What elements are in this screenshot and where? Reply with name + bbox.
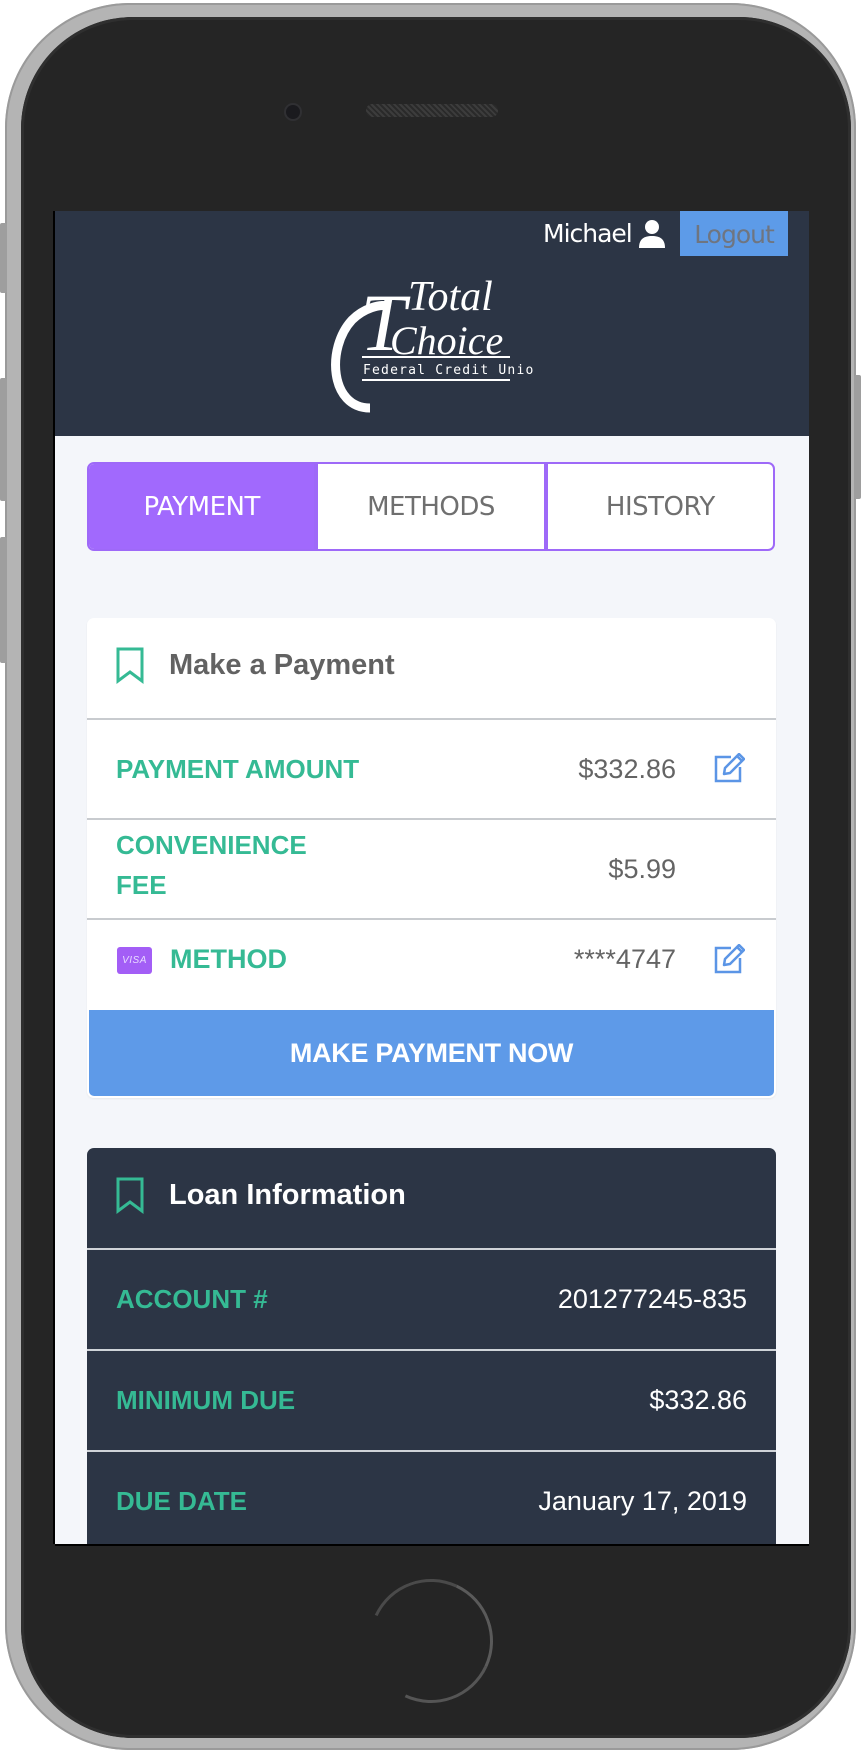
convenience-fee-value: $5.99 (608, 854, 676, 884)
app-header: Michael Logout T Total Choice Federal Cr… (55, 211, 809, 436)
speaker-grille (366, 104, 498, 117)
row-label: METHOD (170, 944, 287, 974)
make-payment-now-button[interactable]: MAKE PAYMENT NOW (89, 1010, 774, 1096)
bookmark-icon (116, 647, 144, 684)
edit-icon[interactable] (713, 753, 745, 783)
payment-amount-row: PAYMENT AMOUNT $332.86 (87, 720, 776, 820)
card-title: Make a Payment (169, 649, 395, 681)
logout-button[interactable]: Logout (680, 211, 788, 256)
minimum-due-value: $332.86 (649, 1385, 747, 1415)
volume-down-button (0, 537, 7, 663)
logo-line1: Total (408, 274, 493, 320)
credit-union-logo: T Total Choice Federal Credit Union (331, 274, 534, 413)
label-line: FEE (116, 870, 167, 900)
payment-amount-value: $332.86 (578, 754, 676, 784)
make-payment-card: Make a Payment PAYMENT AMOUNT $332.86 CO… (87, 618, 776, 1098)
user-icon (639, 220, 665, 248)
front-camera (286, 105, 300, 119)
card-header: Make a Payment (87, 618, 776, 720)
tab-payment[interactable]: PAYMENT (89, 464, 315, 549)
row-label: PAYMENT AMOUNT (116, 754, 360, 784)
mute-switch (0, 223, 7, 293)
tab-history[interactable]: HISTORY (543, 464, 773, 549)
app-screen: Michael Logout T Total Choice Federal Cr… (55, 211, 809, 1544)
payment-method-row: VISA METHOD ****4747 (87, 920, 776, 1011)
volume-up-button (0, 378, 7, 501)
minimum-due-row: MINIMUM DUE $332.86 (87, 1351, 776, 1452)
convenience-fee-row: CONVENIENCE FEE $5.99 (87, 820, 776, 920)
logo-line3: Federal Credit Union (363, 363, 534, 378)
power-button (854, 375, 861, 499)
edit-icon[interactable] (713, 944, 745, 974)
account-number-value: 201277245-835 (557, 1284, 747, 1314)
tab-bar: PAYMENT METHODS HISTORY (87, 462, 775, 551)
bookmark-icon (116, 1177, 144, 1214)
row-label: MINIMUM DUE (116, 1385, 296, 1415)
loan-information-card: Loan Information ACCOUNT # 201277245-835… (87, 1148, 776, 1544)
tab-methods[interactable]: METHODS (314, 464, 543, 549)
card-number-value: ****4747 (573, 944, 676, 974)
row-label: DUE DATE (116, 1486, 247, 1516)
due-date-value: January 17, 2019 (538, 1486, 747, 1516)
label-line: CONVENIENCE (116, 830, 307, 860)
row-label: ACCOUNT # (116, 1284, 268, 1314)
account-number-row: ACCOUNT # 201277245-835 (87, 1250, 776, 1351)
due-date-row: DUE DATE January 17, 2019 (87, 1452, 776, 1544)
user-name: Michael (543, 219, 633, 248)
card-title: Loan Information (169, 1179, 406, 1211)
row-label: CONVENIENCE FEE (116, 825, 307, 905)
card-header: Loan Information (87, 1148, 776, 1250)
visa-card-icon: VISA (117, 947, 152, 974)
